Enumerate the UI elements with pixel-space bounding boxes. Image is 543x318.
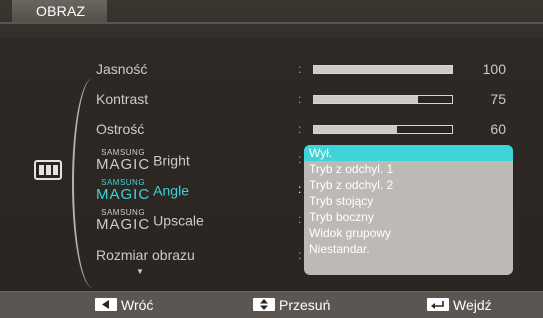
magic-angle-dropdown: Wył. Tryb z odchyl. 1 Tryb z odchyl. 2 T… bbox=[304, 145, 513, 275]
menu-item-label: Bright bbox=[153, 152, 190, 169]
updown-arrow-key-icon bbox=[253, 298, 275, 311]
brightness-value: 100 bbox=[482, 61, 506, 77]
menu-item-sharpness[interactable]: Ostrość bbox=[96, 117, 144, 141]
menu-item-magic-angle[interactable]: SAMSUNG MAGIC Angle bbox=[96, 177, 189, 203]
move-button[interactable]: Przesuń bbox=[253, 296, 330, 314]
separator-colon: : bbox=[298, 152, 302, 166]
menu-title: OBRAZ bbox=[12, 0, 107, 22]
slider-fill bbox=[314, 126, 397, 133]
separator-colon: : bbox=[298, 182, 302, 196]
enter-button[interactable]: Wejdź bbox=[427, 296, 492, 314]
contrast-value: 75 bbox=[490, 91, 506, 107]
dropdown-option-lean-back-1[interactable]: Tryb z odchyl. 1 bbox=[304, 161, 513, 177]
menu-item-label: Ostrość bbox=[96, 121, 145, 137]
dropdown-option-side[interactable]: Tryb boczny bbox=[304, 209, 513, 225]
menu-item-magic-bright[interactable]: SAMSUNG MAGIC Bright bbox=[96, 147, 190, 173]
brightness-slider[interactable] bbox=[313, 65, 453, 74]
back-button[interactable]: Wróć bbox=[95, 296, 153, 314]
enter-label: Wejdź bbox=[453, 297, 492, 313]
menu-item-label: Jasność bbox=[96, 61, 148, 77]
separator-colon: : bbox=[298, 92, 302, 106]
separator-colon: : bbox=[298, 62, 302, 76]
menu-item-magic-upscale[interactable]: SAMSUNG MAGIC Upscale bbox=[96, 207, 204, 233]
dropdown-option-custom[interactable]: Niestandar. bbox=[304, 241, 513, 257]
menu-item-label: Angle bbox=[153, 182, 189, 199]
slider-fill bbox=[314, 66, 452, 73]
sharpness-slider[interactable] bbox=[313, 125, 453, 134]
menu-item-brightness[interactable]: Jasność bbox=[96, 57, 147, 81]
separator-colon: : bbox=[298, 212, 302, 226]
sharpness-value: 60 bbox=[490, 121, 506, 137]
osd-menu: OBRAZ Jasność : 100 Kontrast : 75 Ostroś… bbox=[0, 0, 543, 318]
menu-item-picture-size[interactable]: Rozmiar obrazu bbox=[96, 243, 195, 267]
dropdown-option-off[interactable]: Wył. bbox=[304, 145, 513, 161]
samsung-magic-logo: SAMSUNG MAGIC bbox=[96, 147, 151, 173]
dropdown-option-standing[interactable]: Tryb stojący bbox=[304, 193, 513, 209]
menu-item-contrast[interactable]: Kontrast bbox=[96, 87, 148, 111]
separator-colon: : bbox=[298, 248, 302, 262]
back-arrow-key-icon bbox=[95, 298, 117, 311]
back-label: Wróć bbox=[121, 297, 154, 313]
title-bar: OBRAZ bbox=[0, 0, 543, 38]
scroll-down-arrow-icon[interactable]: ▼ bbox=[136, 267, 144, 276]
enter-key-icon bbox=[427, 298, 449, 311]
picture-monitor-icon bbox=[34, 160, 62, 180]
separator-colon: : bbox=[298, 122, 302, 136]
title-divider bbox=[0, 22, 543, 24]
menu-item-label: Kontrast bbox=[96, 91, 149, 107]
move-label: Przesuń bbox=[279, 297, 331, 313]
menu-item-label: Upscale bbox=[153, 212, 204, 229]
samsung-magic-logo: SAMSUNG MAGIC bbox=[96, 207, 151, 233]
contrast-slider[interactable] bbox=[313, 95, 453, 104]
dropdown-option-lean-back-2[interactable]: Tryb z odchyl. 2 bbox=[304, 177, 513, 193]
samsung-magic-logo: SAMSUNG MAGIC bbox=[96, 177, 151, 203]
menu-item-label: Rozmiar obrazu bbox=[96, 247, 195, 263]
slider-fill bbox=[314, 96, 418, 103]
footer-bar: Wróć Przesuń Wejdź bbox=[0, 291, 543, 318]
dropdown-option-group-view[interactable]: Widok grupowy bbox=[304, 225, 513, 241]
